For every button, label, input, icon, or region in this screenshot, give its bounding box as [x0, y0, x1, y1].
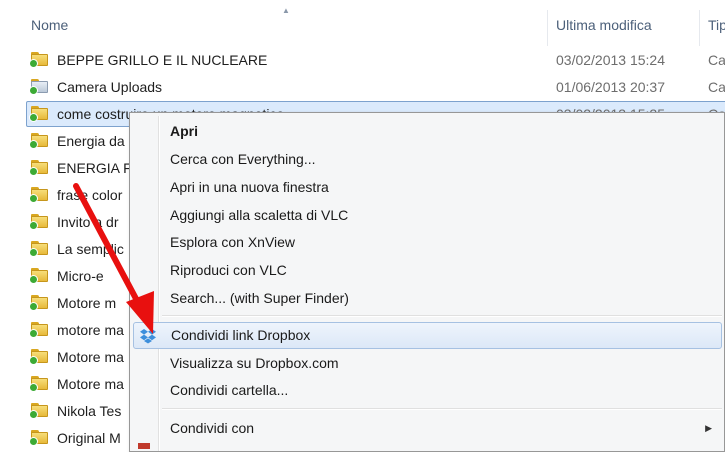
menu-item-icon [138, 443, 150, 449]
folder-icon [29, 268, 49, 284]
column-date-modified[interactable]: Ultima modifica [556, 17, 652, 33]
folder-icon [29, 52, 49, 68]
folder-icon [29, 241, 49, 257]
dropbox-synced-badge-icon [29, 59, 38, 68]
file-name: Invito a dr [57, 214, 119, 230]
dropbox-synced-badge-icon [29, 221, 38, 230]
menu-item-visualizza-dropbox[interactable]: Visualizza su Dropbox.com [130, 350, 724, 377]
menu-item-label: Apri [170, 123, 198, 139]
menu-item-condividi-cartella[interactable]: Condividi cartella... [130, 377, 724, 404]
file-name: frase color [57, 187, 123, 203]
file-name: Motore m [57, 295, 117, 311]
dropbox-synced-badge-icon [29, 140, 38, 149]
dropbox-synced-badge-icon [29, 437, 38, 446]
folder-icon [29, 403, 49, 419]
folder-icon [29, 106, 49, 122]
menu-item-condividi-con[interactable]: Condividi con ▶ [130, 415, 724, 442]
context-menu: Apri Cerca con Everything... Apri in una… [129, 112, 725, 452]
dropbox-synced-badge-icon [29, 86, 38, 95]
menu-item-label: Cerca con Everything... [170, 151, 316, 167]
file-row[interactable]: Camera Uploads 01/06/2013 20:37 Ca [0, 73, 725, 100]
file-name: Motore ma [57, 376, 124, 392]
file-name: Motore ma [57, 349, 124, 365]
dropbox-synced-badge-icon [29, 113, 38, 122]
file-name: Energia da [57, 133, 125, 149]
file-row[interactable]: BEPPE GRILLO E IL NUCLEARE 03/02/2013 15… [0, 46, 725, 73]
dropbox-synced-badge-icon [29, 356, 38, 365]
file-name: Camera Uploads [57, 79, 163, 95]
folder-icon [29, 430, 49, 446]
menu-item-label: Search... (with Super Finder) [170, 290, 349, 306]
folder-icon [29, 214, 49, 230]
folder-icon [29, 187, 49, 203]
dropbox-synced-badge-icon [29, 383, 38, 392]
menu-item-search-super-finder[interactable]: Search... (with Super Finder) [130, 285, 724, 312]
menu-item-label: Riproduci con VLC [170, 262, 287, 278]
menu-item-label: Condividi con [170, 420, 255, 436]
file-name: La semplic [57, 241, 124, 257]
folder-icon [29, 160, 49, 176]
menu-item-riproduci-vlc[interactable]: Riproduci con VLC [130, 257, 724, 284]
menu-item-label: Visualizza su Dropbox.com [170, 355, 339, 371]
column-divider[interactable] [547, 10, 548, 46]
sort-ascending-icon: ▲ [282, 6, 290, 15]
camera-folder-icon [29, 79, 49, 95]
menu-separator [162, 315, 722, 317]
menu-item-apri-nuova-finestra[interactable]: Apri in una nuova finestra [130, 174, 724, 201]
file-name: motore ma [57, 322, 124, 338]
menu-item-aggiungi-vlc[interactable]: Aggiungi alla scaletta di VLC [130, 202, 724, 229]
folder-icon [29, 349, 49, 365]
dropbox-synced-badge-icon [29, 275, 38, 284]
file-name: BEPPE GRILLO E IL NUCLEARE [57, 52, 268, 68]
menu-item-label: Apri in una nuova finestra [170, 179, 329, 195]
file-type: Ca [708, 52, 725, 68]
dropbox-synced-badge-icon [29, 329, 38, 338]
menu-item-label: Condividi link Dropbox [171, 327, 311, 343]
column-header: ▲ Nome Ultima modifica Tip [0, 0, 725, 46]
dropbox-synced-badge-icon [29, 194, 38, 203]
menu-item-label: Aggiungi alla scaletta di VLC [170, 207, 349, 223]
menu-item-cerca-everything[interactable]: Cerca con Everything... [130, 146, 724, 173]
file-date: 03/02/2013 15:24 [556, 52, 665, 68]
menu-item-label: Condividi cartella... [170, 382, 289, 398]
column-divider[interactable] [699, 10, 700, 46]
dropbox-synced-badge-icon [29, 302, 38, 311]
chevron-right-icon: ▶ [705, 423, 712, 433]
file-type: Ca [708, 79, 725, 95]
dropbox-synced-badge-icon [29, 410, 38, 419]
folder-icon [29, 295, 49, 311]
file-name: Micro-e [57, 268, 104, 284]
menu-item-esplora-xnview[interactable]: Esplora con XnView [130, 229, 724, 256]
dropbox-synced-badge-icon [29, 248, 38, 257]
dropbox-synced-badge-icon [29, 167, 38, 176]
menu-item-condividi-link-dropbox[interactable]: Condividi link Dropbox [133, 322, 722, 349]
file-name: Nikola Tes [57, 403, 122, 419]
file-date: 01/06/2013 20:37 [556, 79, 665, 95]
column-type[interactable]: Tip [708, 17, 725, 33]
file-name: ENERGIA F [57, 160, 132, 176]
file-name: Original M [57, 430, 121, 446]
menu-item-label: Esplora con XnView [170, 234, 296, 250]
dropbox-icon [140, 329, 156, 344]
folder-icon [29, 133, 49, 149]
folder-icon [29, 322, 49, 338]
menu-separator [162, 408, 722, 410]
menu-item-apri[interactable]: Apri [130, 118, 724, 145]
column-name[interactable]: Nome [31, 17, 68, 33]
folder-icon [29, 376, 49, 392]
